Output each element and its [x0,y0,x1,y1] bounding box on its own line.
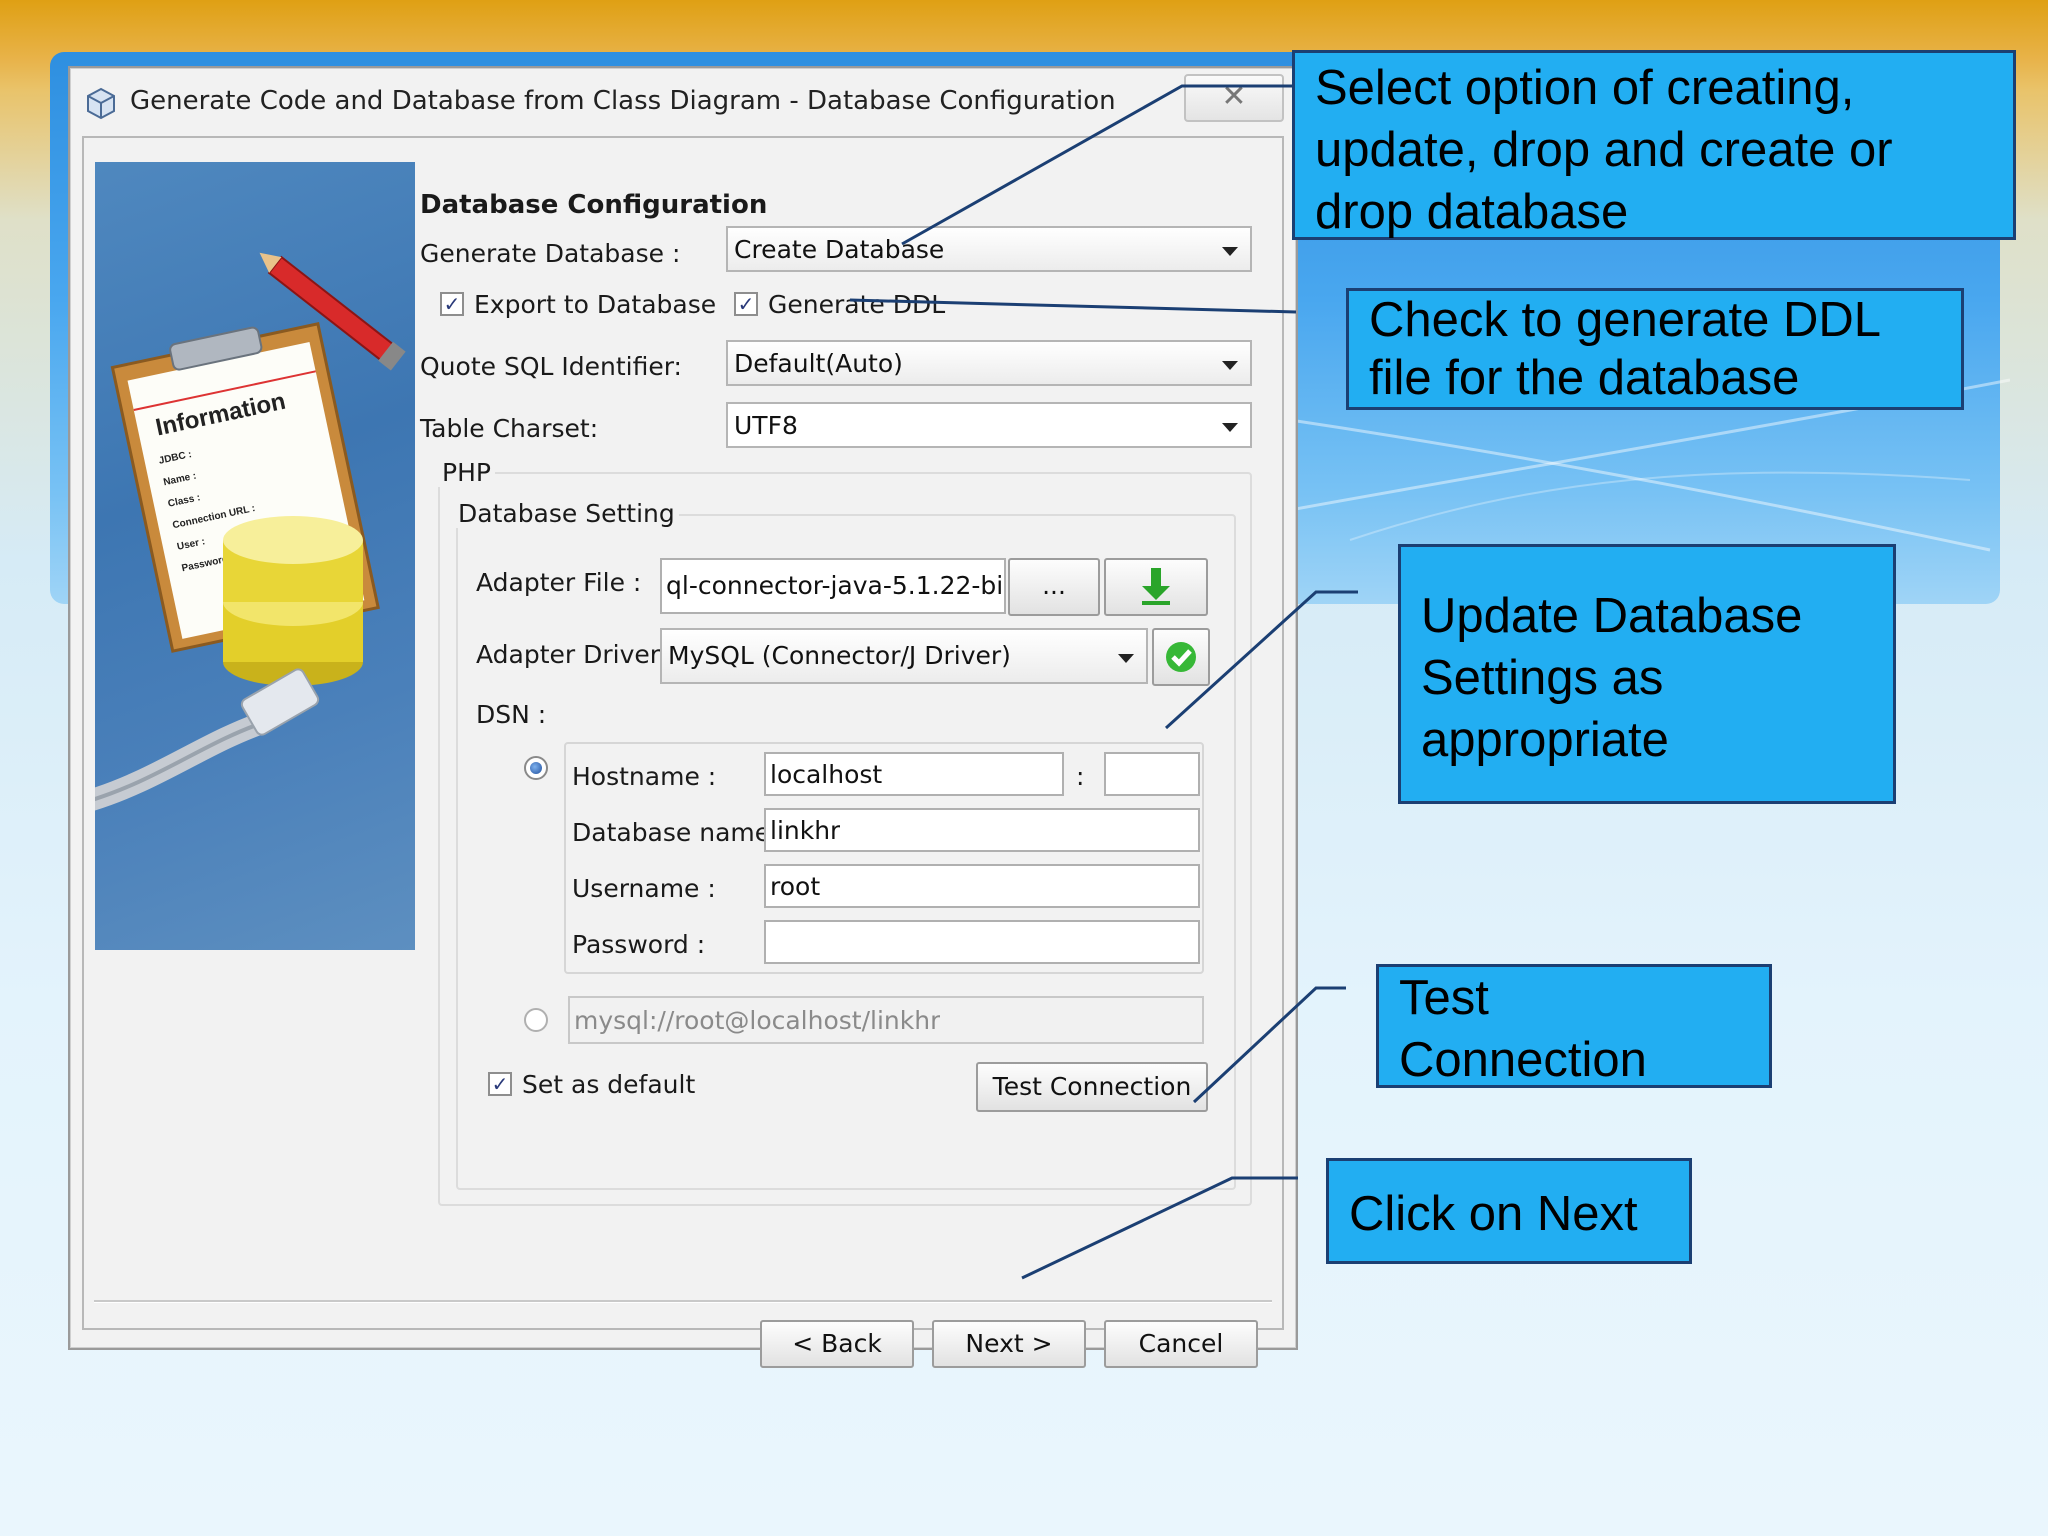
callout-leader-lines [849,84,1358,1280]
